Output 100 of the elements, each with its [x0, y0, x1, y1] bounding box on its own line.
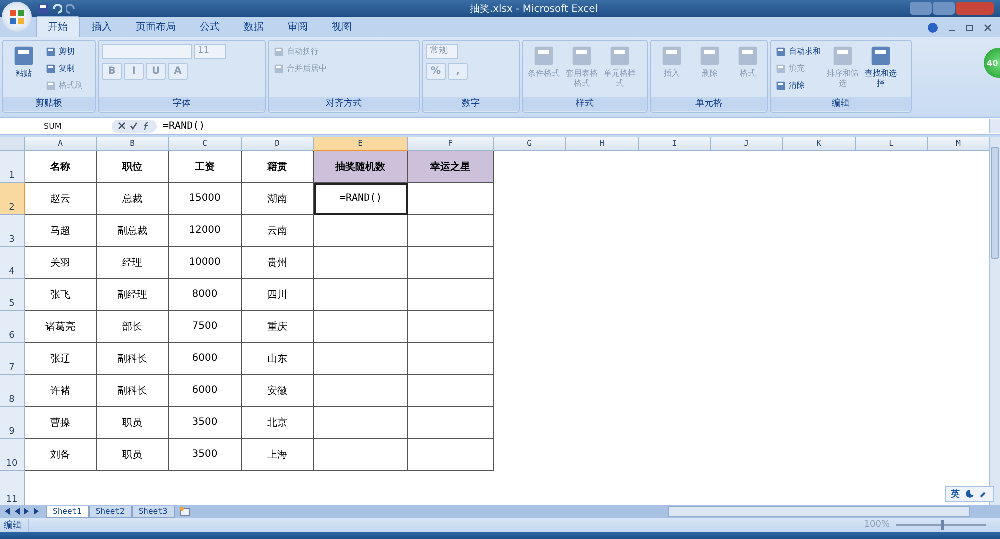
row-header[interactable]: 2	[0, 183, 25, 215]
column-header[interactable]: G	[494, 137, 566, 151]
table-cell: 抽奖随机数	[314, 151, 408, 183]
table-cell: 6000	[169, 375, 242, 407]
table-cell: 名称	[25, 151, 97, 183]
table-cell: 湖南	[242, 183, 314, 215]
close-icon[interactable]	[984, 24, 992, 32]
column-header[interactable]: A	[25, 137, 97, 151]
table-cell: 上海	[242, 439, 314, 471]
horizontal-scrollbar[interactable]	[668, 506, 970, 517]
table-cell: 关羽	[25, 247, 97, 279]
sheet-tab[interactable]: Sheet3	[132, 506, 175, 518]
row-header[interactable]: 4	[0, 247, 25, 279]
undo-icon[interactable]	[52, 4, 62, 14]
table-cell: 安徽	[242, 375, 314, 407]
ribbon-button[interactable]: 清除	[774, 78, 823, 93]
redo-icon[interactable]	[66, 4, 76, 14]
office-button[interactable]	[2, 2, 32, 32]
column-header[interactable]: K	[783, 137, 856, 151]
ribbon-tab[interactable]: 审阅	[276, 16, 320, 37]
row-header[interactable]: 1	[0, 151, 25, 183]
table-cell: 7500	[169, 311, 242, 343]
table-cell: 幸运之星	[408, 151, 494, 183]
group-title: 数字	[423, 97, 519, 111]
group-title: 编辑	[771, 97, 911, 111]
table-cell: 副科长	[97, 375, 169, 407]
group-title: 字体	[99, 97, 265, 111]
table-cell: 部长	[97, 311, 169, 343]
formula-field[interactable]: =RAND()	[163, 120, 989, 132]
column-header[interactable]: C	[169, 137, 242, 151]
table-cell: 职员	[97, 407, 169, 439]
table-cell: 北京	[242, 407, 314, 439]
table-cell: 8000	[169, 279, 242, 311]
sheet-tab[interactable]: Sheet1	[46, 506, 89, 518]
table-cell: 刘备	[25, 439, 97, 471]
ribbon-tab[interactable]: 插入	[80, 16, 124, 37]
column-header[interactable]: L	[856, 137, 928, 151]
column-header[interactable]: J	[711, 137, 783, 151]
table-cell: 10000	[169, 247, 242, 279]
save-icon[interactable]	[38, 4, 48, 14]
ribbon-button[interactable]: 查找和选择	[863, 44, 899, 90]
table-cell: 工资	[169, 151, 242, 183]
next-sheet-icon[interactable]	[24, 508, 30, 515]
table-cell: 副总裁	[97, 215, 169, 247]
table-cell: 张辽	[25, 343, 97, 375]
table-cell: 职位	[97, 151, 169, 183]
row-header[interactable]: 5	[0, 279, 25, 311]
ribbon-tab[interactable]: 数据	[232, 16, 276, 37]
column-header[interactable]: I	[639, 137, 711, 151]
table-cell: 赵云	[25, 183, 97, 215]
first-sheet-icon[interactable]	[4, 508, 10, 515]
column-header[interactable]: D	[242, 137, 314, 151]
group-title: 单元格	[651, 97, 767, 111]
table-cell: 职员	[97, 439, 169, 471]
ribbon-tab[interactable]: 公式	[188, 16, 232, 37]
row-header[interactable]: 11	[0, 471, 25, 505]
group-title: 剪贴板	[3, 97, 95, 111]
new-sheet-icon[interactable]	[178, 506, 191, 516]
column-header[interactable]: M	[928, 137, 989, 151]
table-cell: 曹操	[25, 407, 97, 439]
function-icon[interactable]	[142, 122, 151, 130]
table-cell: 许褚	[25, 375, 97, 407]
sheet-tab[interactable]: Sheet2	[88, 506, 132, 518]
table-cell: 副经理	[97, 279, 169, 311]
cancel-icon[interactable]	[118, 122, 126, 130]
ime-language[interactable]: 英	[951, 488, 960, 500]
ribbon-button[interactable]: 剪切	[44, 44, 85, 59]
prev-sheet-icon[interactable]	[14, 508, 20, 515]
name-box[interactable]: SUM	[0, 122, 112, 130]
row-header[interactable]: 9	[0, 407, 25, 439]
vertical-scrollbar[interactable]	[989, 137, 1000, 505]
restore-icon[interactable]	[966, 24, 974, 32]
check-icon[interactable]	[130, 122, 138, 130]
table-cell: 总裁	[97, 183, 169, 215]
row-header[interactable]: 3	[0, 215, 25, 247]
column-header[interactable]: F	[408, 137, 494, 151]
ribbon-button[interactable]: 自动求和	[774, 44, 823, 59]
row-header[interactable]: 6	[0, 311, 25, 343]
column-header[interactable]: H	[566, 137, 639, 151]
ribbon-tab[interactable]: 开始	[36, 16, 80, 37]
ribbon-tab[interactable]: 页面布局	[124, 16, 188, 37]
table-cell: 马超	[25, 215, 97, 247]
table-cell: 经理	[97, 247, 169, 279]
last-sheet-icon[interactable]	[34, 508, 40, 515]
group-title: 样式	[523, 97, 647, 111]
row-header[interactable]: 10	[0, 439, 25, 471]
row-header[interactable]: 7	[0, 343, 25, 375]
ribbon-tab[interactable]: 视图	[320, 16, 364, 37]
table-cell: 张飞	[25, 279, 97, 311]
column-header[interactable]: E	[314, 137, 408, 151]
table-cell: 山东	[242, 343, 314, 375]
table-cell: 15000	[169, 183, 242, 215]
ribbon-button[interactable]: 粘贴	[6, 44, 42, 80]
ribbon-button[interactable]: 复制	[44, 61, 85, 76]
table-cell: 云南	[242, 215, 314, 247]
window-title: 抽奖.xlsx - Microsoft Excel	[468, 2, 600, 16]
row-header[interactable]: 8	[0, 375, 25, 407]
moon-icon[interactable]	[966, 490, 974, 498]
column-header[interactable]: B	[97, 137, 169, 151]
group-title: 对齐方式	[269, 97, 419, 111]
